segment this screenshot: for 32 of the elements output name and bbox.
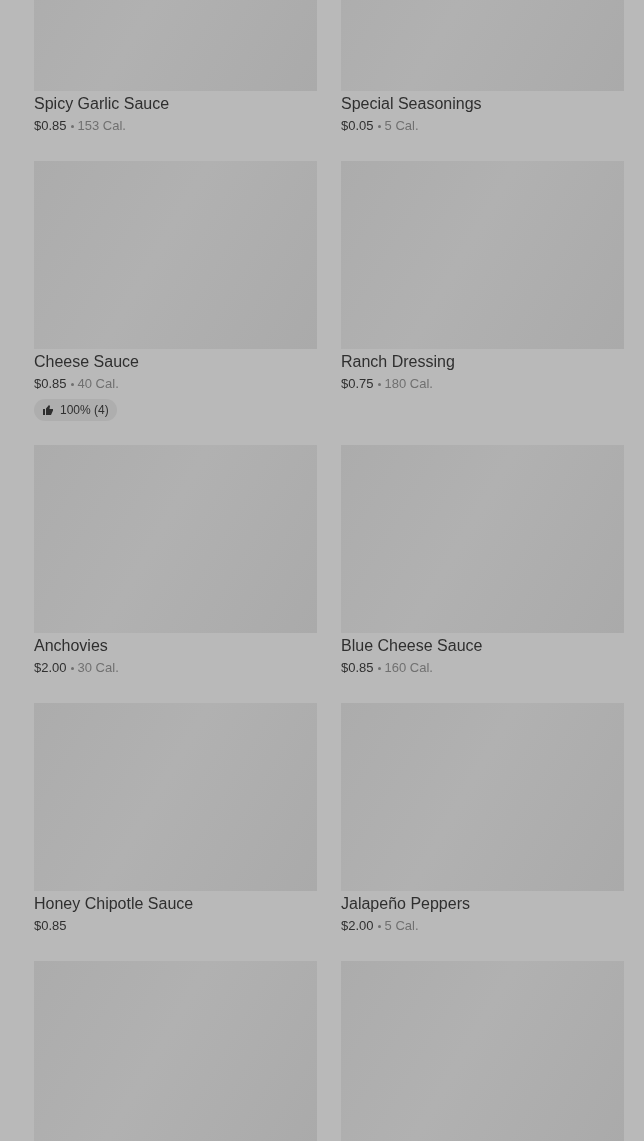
item-calories: 180 Cal. [384, 375, 433, 393]
separator-dot [377, 666, 381, 670]
item-calories: 30 Cal. [77, 659, 119, 677]
separator-dot [70, 124, 74, 128]
item-name: Cheese Sauce [34, 352, 140, 372]
separator-dot [377, 924, 381, 928]
item-price: $0.05 [341, 117, 374, 135]
separator-dot [377, 382, 381, 386]
item-name: Blue Cheese Sauce [341, 636, 484, 656]
item-calories: 153 Cal. [77, 117, 126, 135]
item-calories: 160 Cal. [384, 659, 433, 677]
item-price: $0.85 [34, 375, 67, 393]
item-price: $2.00 [341, 917, 374, 935]
item-name: Jalapeño Peppers [341, 894, 471, 914]
item-name: Spicy Garlic Sauce [34, 94, 171, 114]
item-price: $0.75 [341, 375, 374, 393]
separator-dot [70, 382, 74, 386]
item-name: Anchovies [34, 636, 109, 656]
item-price: $0.85 [341, 659, 374, 677]
item-calories: 40 Cal. [77, 375, 119, 393]
item-calories: 5 Cal. [384, 117, 419, 135]
separator-dot [70, 666, 74, 670]
item-price: $0.85 [34, 117, 67, 135]
item-price: $0.85 [34, 917, 67, 935]
rating-text: 100% (4) [60, 403, 109, 417]
item-name: Special Seasonings [341, 94, 483, 114]
item-name: Ranch Dressing [341, 352, 456, 372]
separator-dot [377, 124, 381, 128]
item-price: $2.00 [34, 659, 67, 677]
thumbs-up-icon [42, 404, 54, 416]
item-calories: 5 Cal. [384, 917, 419, 935]
item-name: Honey Chipotle Sauce [34, 894, 195, 914]
